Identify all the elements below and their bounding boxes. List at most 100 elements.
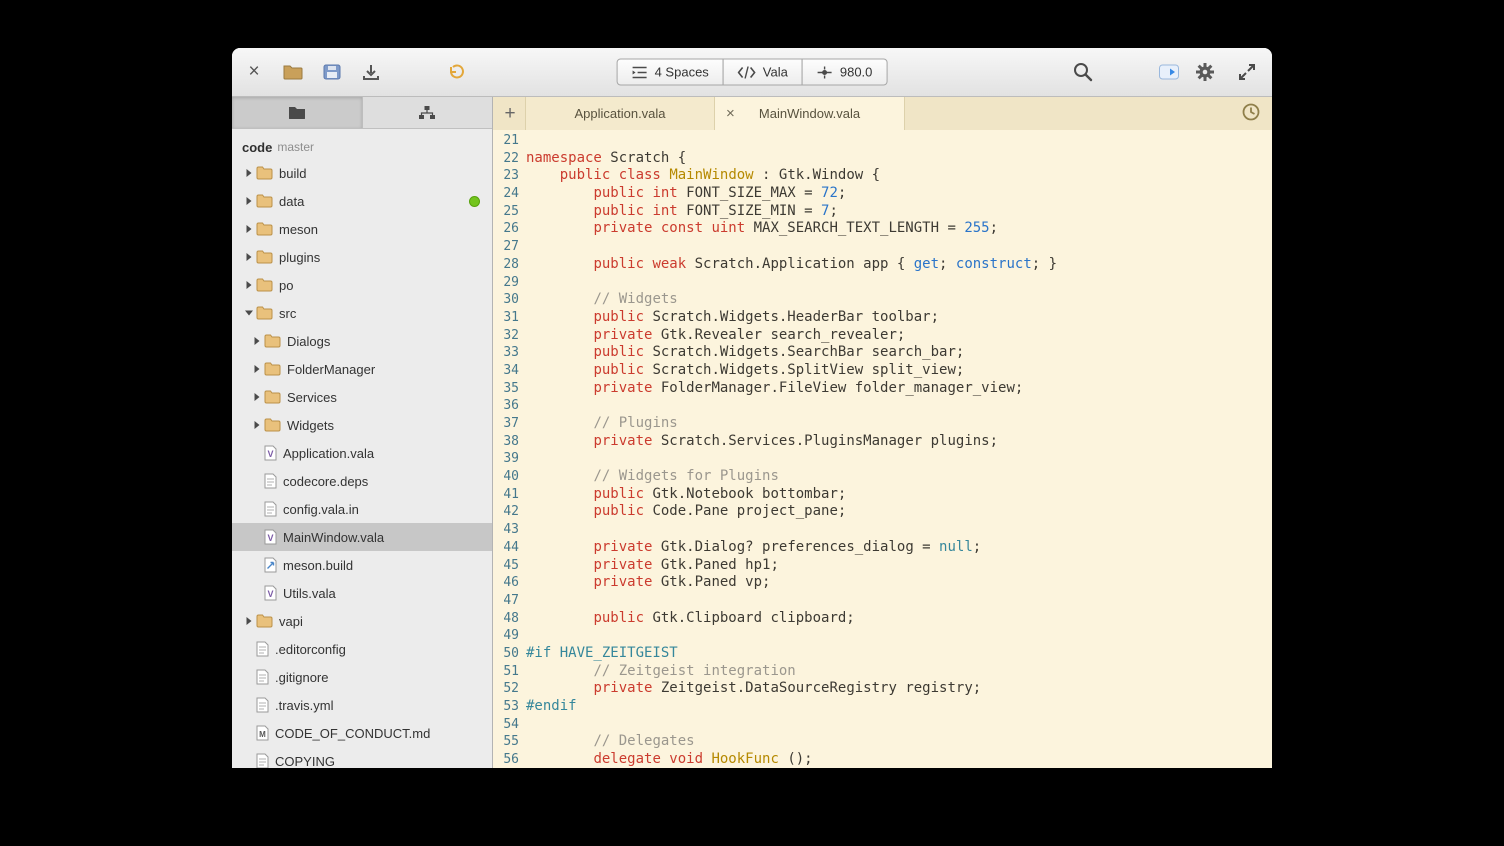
sidebar-item-po[interactable]: po (232, 271, 492, 299)
sidebar-item-codecore-deps[interactable]: codecore.deps (232, 467, 492, 495)
text-file-icon (264, 501, 277, 517)
code-area[interactable]: 2122namespace Scratch {23 public class M… (493, 130, 1272, 768)
code-text: private FolderManager.FileView folder_ma… (526, 380, 1023, 398)
sidebar-tab-files[interactable] (232, 97, 362, 128)
folder-icon (264, 418, 281, 432)
expander-closed-icon[interactable] (250, 364, 264, 374)
headerbar[interactable]: × 4 SpacesVala 980.0 (232, 48, 1272, 97)
sidebar-item-build[interactable]: build (232, 159, 492, 187)
sidebar-item-copying[interactable]: COPYING (232, 747, 492, 768)
code-token: null (939, 539, 973, 555)
code-token: ; (990, 220, 998, 236)
code-line: 42 public Code.Pane project_pane; (493, 503, 1272, 521)
sidebar-item-meson[interactable]: meson (232, 215, 492, 243)
code-editor-window: × 4 SpacesVala 980.0 code master builddat… (232, 48, 1272, 768)
sidebar-item-utils-vala[interactable]: VUtils.vala (232, 579, 492, 607)
line-number: 55 (493, 733, 519, 751)
expander-closed-icon[interactable] (242, 224, 256, 234)
sidebar: code master builddatamesonpluginsposrcDi… (232, 97, 493, 768)
open-folder-icon (282, 63, 304, 81)
sidebar-item-gitignore[interactable]: .gitignore (232, 663, 492, 691)
tab-application-vala[interactable]: Application.vala (525, 97, 715, 130)
expander-closed-icon[interactable] (242, 196, 256, 206)
sidebar-tab-outline[interactable] (362, 97, 493, 128)
code-line: 26 private const uint MAX_SEARCH_TEXT_LE… (493, 220, 1272, 238)
fullscreen-button[interactable] (1232, 57, 1262, 87)
sidebar-item-application-vala[interactable]: VApplication.vala (232, 439, 492, 467)
code-line: 49 (493, 627, 1272, 645)
expander-closed-icon[interactable] (242, 280, 256, 290)
open-folder-button[interactable] (278, 57, 308, 87)
line-number: 49 (493, 627, 519, 645)
code-token: private (593, 574, 652, 590)
line-number: 42 (493, 503, 519, 521)
line-number: 51 (493, 663, 519, 681)
sidebar-item-code-of-conduct-md[interactable]: MCODE_OF_CONDUCT.md (232, 719, 492, 747)
folder-icon (264, 390, 281, 404)
tree-items: builddatamesonpluginsposrcDialogsFolderM… (232, 159, 492, 768)
svg-text:V: V (267, 533, 273, 543)
sidebar-item-config-vala-in[interactable]: config.vala.in (232, 495, 492, 523)
sidebar-item-plugins[interactable]: plugins (232, 243, 492, 271)
expander-open-icon[interactable] (242, 308, 256, 318)
tab-mainwindow-vala[interactable]: ×MainWindow.vala (715, 97, 905, 130)
sidebar-item-dialogs[interactable]: Dialogs (232, 327, 492, 355)
code-token (526, 539, 593, 555)
sidebar-item-travis-yml[interactable]: .travis.yml (232, 691, 492, 719)
expander-closed-icon[interactable] (242, 168, 256, 178)
expander-closed-icon[interactable] (250, 336, 264, 346)
code-token (526, 468, 593, 484)
sidebar-item-vapi[interactable]: vapi (232, 607, 492, 635)
button-label: 980.0 (840, 65, 873, 80)
settings-button[interactable] (1190, 57, 1220, 87)
code-token: Gtk.Paned vp; (652, 574, 770, 590)
expander-closed-icon[interactable] (250, 392, 264, 402)
expander-closed-icon[interactable] (242, 252, 256, 262)
line-number: 40 (493, 468, 519, 486)
history-button[interactable] (1234, 97, 1268, 127)
sidebar-item-data[interactable]: data (232, 187, 492, 215)
revert-button[interactable] (441, 57, 471, 87)
goto-line-button[interactable]: 980.0 (802, 59, 888, 86)
expander-closed-icon[interactable] (250, 420, 264, 430)
close-window-button[interactable]: × (240, 58, 268, 86)
close-tab-button[interactable]: × (726, 105, 735, 122)
save-as-button[interactable] (317, 57, 347, 87)
tab-width-button[interactable]: 4 Spaces (617, 59, 724, 86)
sidebar-item-services[interactable]: Services (232, 383, 492, 411)
code-token: construct (956, 256, 1032, 272)
search-button[interactable] (1068, 57, 1098, 87)
line-number: 37 (493, 415, 519, 433)
code-token: (); (779, 751, 813, 767)
item-label: codecore.deps (283, 474, 368, 489)
new-tab-button[interactable]: + (495, 97, 525, 130)
language-button[interactable]: Vala (723, 59, 803, 86)
sidebar-item-editorconfig[interactable]: .editorconfig (232, 635, 492, 663)
share-button[interactable] (1154, 57, 1184, 87)
sidebar-item-foldermanager[interactable]: FolderManager (232, 355, 492, 383)
code-token: MainWindow (669, 167, 753, 183)
window-content: code master builddatamesonpluginsposrcDi… (232, 97, 1272, 768)
code-token: // Widgets for Plugins (593, 468, 778, 484)
line-number: 54 (493, 716, 519, 734)
line-number: 52 (493, 680, 519, 698)
expander-closed-icon[interactable] (242, 616, 256, 626)
code-line: 55 // Delegates (493, 733, 1272, 751)
sidebar-item-widgets[interactable]: Widgets (232, 411, 492, 439)
sidebar-item-meson-build[interactable]: meson.build (232, 551, 492, 579)
code-text: delegate void HookFunc (); (526, 751, 813, 768)
sidebar-item-src[interactable]: src (232, 299, 492, 327)
code-token (526, 291, 593, 307)
code-token: // Delegates (593, 733, 694, 749)
code-text: #if HAVE_ZEITGEIST (526, 645, 678, 663)
code-text: public Scratch.Widgets.HeaderBar toolbar… (526, 309, 939, 327)
code-token: Scratch.Widgets.SplitView split_view; (644, 362, 964, 378)
sidebar-item-mainwindow-vala[interactable]: VMainWindow.vala (232, 523, 492, 551)
code-line: 30 // Widgets (493, 291, 1272, 309)
item-label: COPYING (275, 754, 335, 769)
project-root[interactable]: code master (232, 135, 492, 159)
code-text: public int FONT_SIZE_MAX = 72; (526, 185, 846, 203)
folder-icon (256, 278, 273, 292)
line-number: 44 (493, 539, 519, 557)
download-button[interactable] (356, 57, 386, 87)
